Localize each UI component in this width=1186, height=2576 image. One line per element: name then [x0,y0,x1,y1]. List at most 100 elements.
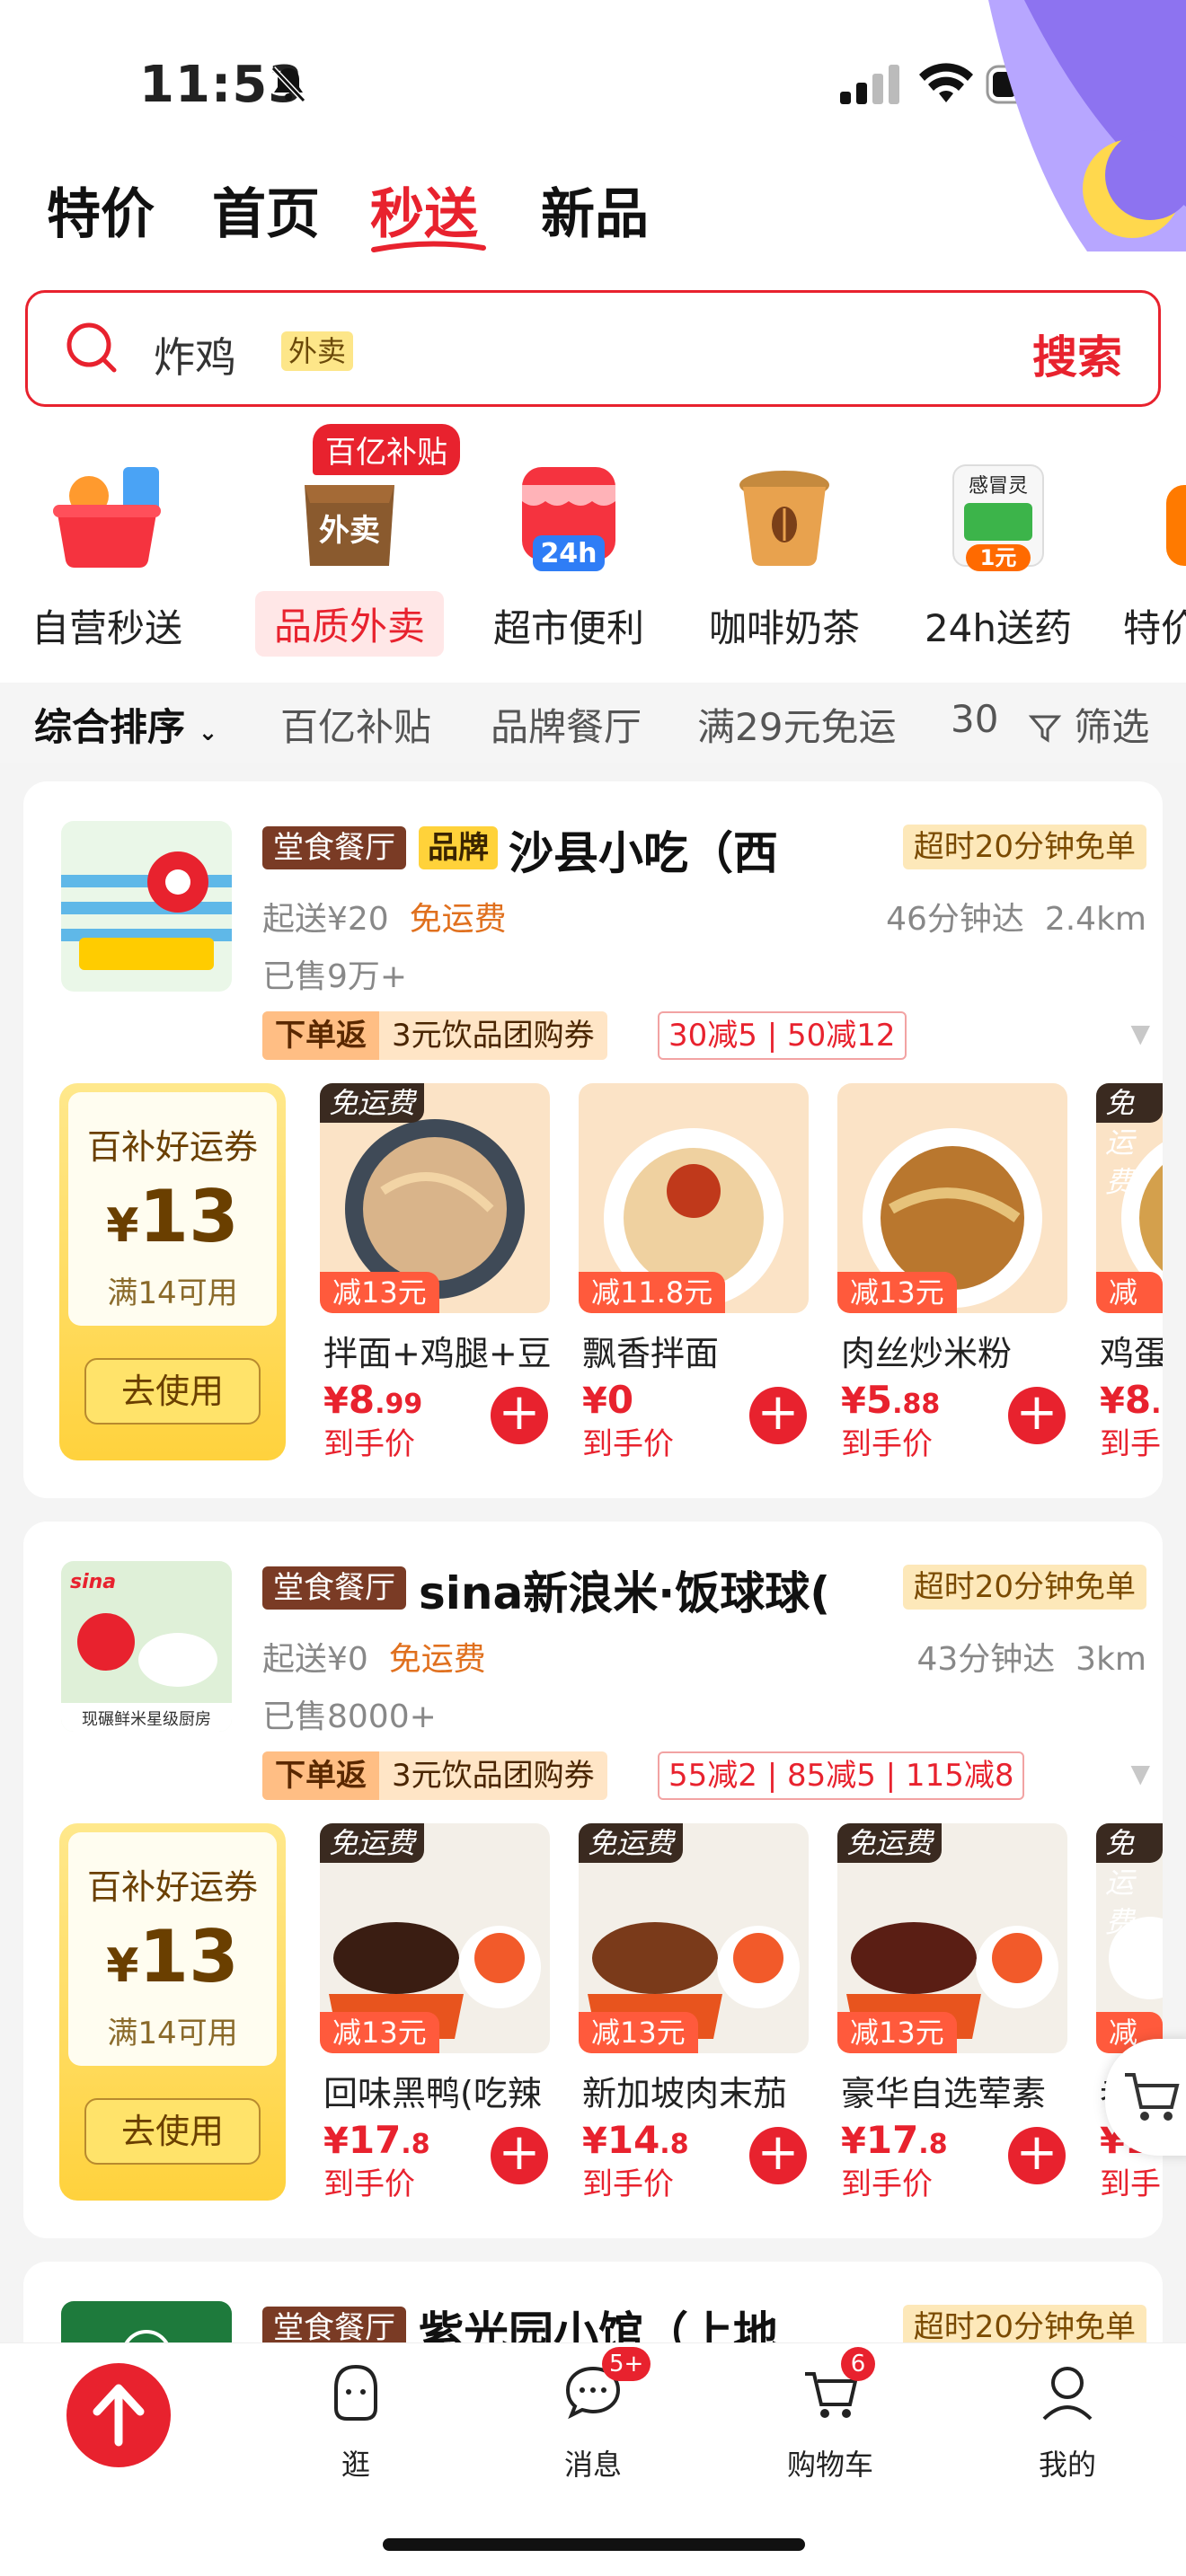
use-coupon-button[interactable]: 去使用 [84,1358,261,1425]
add-to-cart-button[interactable]: + [749,1387,807,1444]
final-price-label: 到手价 [1100,2166,1161,2201]
tab-new-products[interactable]: 新品 [541,171,649,249]
price-int: 8 [1124,1378,1152,1422]
filter-more[interactable]: 30 [951,697,998,741]
add-to-cart-button[interactable]: + [749,2127,807,2184]
deal-icon [1166,485,1186,566]
store-24h-icon: 24h [522,467,615,571]
filter-free-delivery[interactable]: 满29元免运 [697,697,896,752]
free-delivery-tag: 免运费 [1096,1823,1163,1939]
price-int: 17 [865,2118,919,2162]
coupon-body: 百补好运券 ¥13 满14可用 [68,1092,277,1326]
back-to-top-button[interactable] [66,2363,171,2467]
discount-tag: 减13元 [320,2012,439,2053]
filter-button[interactable]: 筛选 [1028,697,1149,752]
menu-item[interactable]: 减13元 肉丝炒米粉 ¥5.88 到手价 + [837,1083,1067,1462]
shop-sold-count: 已售8000+ [262,1698,437,1735]
min-order-text: 起送¥20 [262,901,389,938]
tab-special-price[interactable]: 特价 [47,171,155,249]
price-dec: .8 [918,2129,948,2160]
subsidy-coupon: 百补好运券 ¥13 满14可用 去使用 [59,1083,286,1460]
category-medicine[interactable]: 感冒灵 1元 24h送药 [895,422,1102,656]
promo-return-label: 下单返 [262,1011,379,1060]
dish-name: 回味黑鸭(吃辣 [323,2074,542,2113]
search-query[interactable]: 炸鸡 [154,325,236,384]
brand-tag: 品牌 [419,826,498,869]
add-to-cart-button[interactable]: + [491,1387,548,1444]
price-dec: .99 [375,1389,423,1420]
category-label: 品质外卖 [255,591,444,657]
category-label: 咖啡奶茶 [708,606,860,650]
menu-item[interactable]: 免运费 减13元 鸡蛋 ¥8.8 到手价 [1096,1083,1163,1460]
shop-name[interactable]: sina新浪米·饭球球( [419,1557,830,1622]
category-deals[interactable]: 特价 [1105,422,1186,656]
nav-messages[interactable]: 5+ 消息 [494,2343,692,2505]
nav-cart[interactable]: 6 购物车 [731,2343,929,2505]
tab-home[interactable]: 首页 [212,171,320,249]
category-self-run-delivery[interactable]: 自营秒送 [4,422,210,656]
store-icon-text: 24h [540,538,597,569]
dine-in-tag: 堂食餐厅 [262,826,406,869]
category-coffee-tea[interactable]: 咖啡奶茶 [681,422,888,656]
expand-chevron-icon[interactable]: ▼ [1130,1759,1150,1788]
cart-badge: 6 [841,2347,875,2381]
final-price-label: 到手价 [1100,1426,1161,1460]
shop-min-order: 起送¥0 免运费 [262,1633,486,1680]
filter-brand[interactable]: 品牌餐厅 [491,697,642,752]
dish-price: ¥17.8 [323,2118,430,2162]
nav-label: 消息 [563,2448,622,2482]
menu-item[interactable]: 免运费 减13元 拌面+鸡腿+豆 ¥8.99 到手价 + [320,1083,552,1462]
search-button[interactable]: 搜索 [1032,322,1122,386]
menu-item[interactable]: 免运费 减13元 新加坡肉末茄 ¥14.8 到手价 + [579,1823,809,2202]
dish-price: ¥8.99 [323,1378,423,1422]
dish-name: 新加坡肉末茄 [582,2074,788,2113]
dish-price: ¥5.88 [841,1378,941,1422]
discount-tag: 减13元 [837,1272,957,1313]
menu-item[interactable]: 减11.8元 飘香拌面 ¥0 到手价 + [579,1083,809,1462]
nav-profile[interactable]: 我的 [969,2343,1166,2505]
category-label: 特价 [1123,606,1186,650]
dine-in-tag: 堂食餐厅 [262,1566,406,1610]
filter-sort[interactable]: 综合排序 ⌄ [34,697,217,752]
search-bar[interactable]: 炸鸡 外卖 搜索 [25,290,1161,407]
coupon-condition: 满14可用 [107,1275,238,1311]
add-to-cart-button[interactable]: + [1008,1387,1066,1444]
expand-chevron-icon[interactable]: ▼ [1130,1019,1150,1048]
discount-tag: 减13元 [320,1272,439,1313]
medicine-icon-top: 感冒灵 [969,475,1028,498]
medicine-icon-price: 1元 [980,545,1017,570]
distance-text: 2.4km [1044,901,1146,938]
search-icon [66,322,117,373]
add-to-cart-button[interactable]: + [491,2127,548,2184]
filter-subsidy[interactable]: 百亿补贴 [280,697,431,752]
price-dec: .8 [401,2129,430,2160]
nav-label: 购物车 [786,2448,873,2482]
price-dec: .8 [659,2129,689,2160]
nav-back-to-top[interactable] [0,2343,198,2505]
nav-label: 逛 [341,2448,370,2482]
final-price-label: 到手价 [582,2166,674,2202]
basket-icon [53,467,161,568]
nav-browse[interactable]: 逛 [257,2343,455,2505]
use-coupon-button[interactable]: 去使用 [84,2098,261,2165]
category-supermarket[interactable]: 24h 超市便利 [465,422,672,656]
price-dec: .88 [892,1389,941,1420]
coupon-title: 百补好运券 [86,1867,258,1907]
final-price-label: 到手价 [841,1426,933,1462]
dish-name: 拌面+鸡腿+豆 [323,1334,552,1373]
shop-card[interactable]: 堂食餐厅 品牌 沙县小吃（西 超时20分钟免单 起送¥20 免运费 46分钟达 … [23,781,1163,1498]
distance-text: 3km [1075,1641,1146,1678]
add-to-cart-button[interactable]: + [1008,2127,1066,2184]
menu-item[interactable]: 免运费 减13元 豪华自选荤素 ¥17.8 到手价 + [837,1823,1067,2202]
coupon-body: 百补好运券 ¥13 满14可用 [68,1832,277,2066]
tab-instant-delivery[interactable]: 秒送 [370,171,478,249]
discount-tiers: 55减2 | 85减5 | 115减8 [658,1751,1025,1800]
shop-name[interactable]: 沙县小吃（西 [509,817,778,882]
coupon-amount: ¥13 [68,1175,277,1258]
wifi-icon [919,63,973,102]
shop-card[interactable]: sina 现碾鲜米星级厨房 堂食餐厅 sina新浪米·饭球球( 超时20分钟免单… [23,1522,1163,2238]
browse-face-icon [334,2364,377,2421]
menu-item[interactable]: 免运费 减13元 回味黑鸭(吃辣 ¥17.8 到手价 + [320,1823,550,2202]
delivery-fee-text: 免运费 [409,901,507,938]
shop-eta-distance: 46分钟达 2.4km [886,893,1146,940]
